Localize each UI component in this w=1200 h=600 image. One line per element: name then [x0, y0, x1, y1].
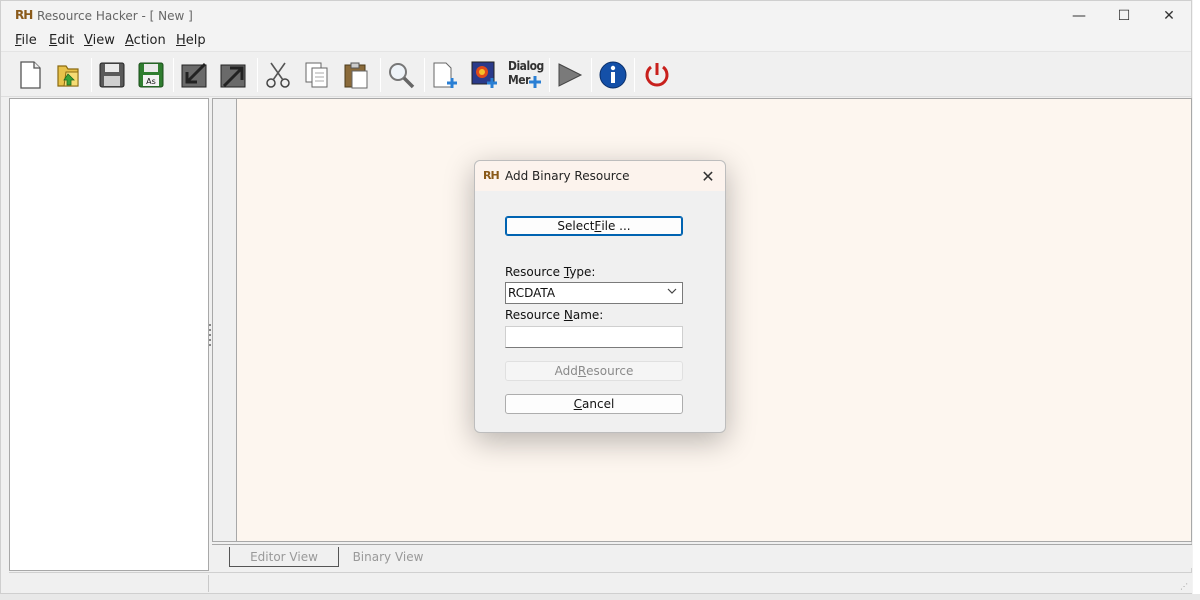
menu-action[interactable]: Action: [125, 33, 166, 48]
tab-editor-view[interactable]: Editor View: [229, 547, 339, 567]
copy-button[interactable]: [300, 57, 334, 93]
info-icon: [599, 61, 627, 89]
add-resource-icon: [433, 62, 457, 88]
status-separator: [208, 575, 209, 592]
exit-button[interactable]: [640, 57, 674, 93]
copy-icon: [305, 62, 328, 88]
app-icon: RH: [15, 8, 33, 22]
new-file-icon: [20, 61, 41, 89]
resize-grip-icon[interactable]: ⋰: [1180, 582, 1188, 591]
import-icon: [181, 62, 207, 88]
add-resource-button[interactable]: Add Resource: [505, 361, 683, 381]
toolbar-separator: [380, 58, 381, 92]
new-button[interactable]: [13, 57, 47, 93]
toolbar-separator: [257, 58, 258, 92]
close-button[interactable]: ✕: [1146, 1, 1192, 31]
open-button[interactable]: [52, 57, 86, 93]
resource-name-label: Resource Name:: [505, 308, 604, 322]
find-icon: [389, 63, 415, 89]
save-button[interactable]: [95, 57, 129, 93]
add-resource-button[interactable]: [428, 57, 462, 93]
chevron-down-icon: [667, 286, 677, 299]
find-button[interactable]: [384, 57, 418, 93]
exit-icon: [645, 63, 669, 87]
import-button[interactable]: [177, 57, 211, 93]
cancel-button[interactable]: Cancel: [505, 394, 683, 414]
title-bar[interactable]: RH Resource Hacker - [ New ] — ☐ ✕: [1, 1, 1191, 31]
maximize-icon: ☐: [1117, 8, 1131, 24]
close-icon: ✕: [1163, 8, 1175, 24]
toolbar-separator: [424, 58, 425, 92]
resource-type-label: Resource Type:: [505, 265, 596, 279]
dialog-close-button[interactable]: ✕: [697, 165, 719, 187]
tab-binary-view[interactable]: Binary View: [343, 547, 433, 567]
menu-file[interactable]: File: [15, 33, 37, 48]
export-icon: [220, 64, 246, 88]
menu-bar: File Edit View Action Help: [1, 31, 1191, 51]
run-script-button[interactable]: [552, 57, 586, 93]
cut-button[interactable]: [261, 57, 295, 93]
save-as-icon: As: [138, 62, 164, 88]
paste-button[interactable]: [339, 57, 373, 93]
minimize-icon: —: [1072, 8, 1086, 24]
window-title: Resource Hacker - [ New ]: [37, 9, 193, 23]
dialog-title: Add Binary Resource: [505, 169, 630, 183]
add-image-button[interactable]: [468, 57, 502, 93]
save-icon: [99, 62, 125, 88]
background-window-edge: [1193, 0, 1200, 600]
save-as-button[interactable]: As: [134, 57, 168, 93]
resource-type-value: RCDATA: [508, 286, 556, 300]
paste-icon: [344, 62, 368, 89]
add-image-icon: [471, 61, 497, 88]
close-icon: ✕: [701, 166, 715, 186]
toolbar: As Dialog Mer: [1, 51, 1191, 97]
toolbar-separator: [634, 58, 635, 92]
open-folder-icon: [57, 65, 79, 87]
toolbar-separator: [173, 58, 174, 92]
run-script-icon: [558, 63, 583, 87]
resource-name-input[interactable]: [505, 326, 683, 348]
maximize-button[interactable]: ☐: [1101, 1, 1147, 31]
toolbar-separator: [591, 58, 592, 92]
menu-view[interactable]: View: [84, 33, 115, 48]
info-button[interactable]: [596, 57, 630, 93]
cut-icon: [266, 62, 290, 88]
taskbar-edge: [0, 594, 1200, 600]
dialog-menu-icon: Dialog Mer: [508, 59, 544, 88]
menu-edit[interactable]: Edit: [49, 33, 74, 48]
add-binary-resource-dialog: RH Add Binary Resource ✕ Select File ...…: [474, 160, 726, 433]
minimize-button[interactable]: —: [1056, 1, 1102, 31]
resource-tree-pane[interactable]: [9, 98, 209, 571]
select-file-button[interactable]: Select File ...: [505, 216, 683, 236]
view-tabs: Editor View Binary View: [212, 544, 1192, 568]
toolbar-separator: [91, 58, 92, 92]
app-icon: RH: [483, 169, 500, 182]
menu-help[interactable]: Help: [176, 33, 206, 48]
toolbar-separator: [549, 58, 550, 92]
status-bar: ⋰: [9, 572, 1192, 593]
dialog-title-bar[interactable]: RH Add Binary Resource ✕: [475, 161, 725, 191]
svg-text:As: As: [146, 77, 156, 86]
line-number-gutter: [212, 98, 236, 542]
dialog-menu-button[interactable]: Dialog Mer: [506, 57, 544, 93]
export-button[interactable]: [216, 57, 250, 93]
resource-type-select[interactable]: RCDATA: [505, 282, 683, 304]
